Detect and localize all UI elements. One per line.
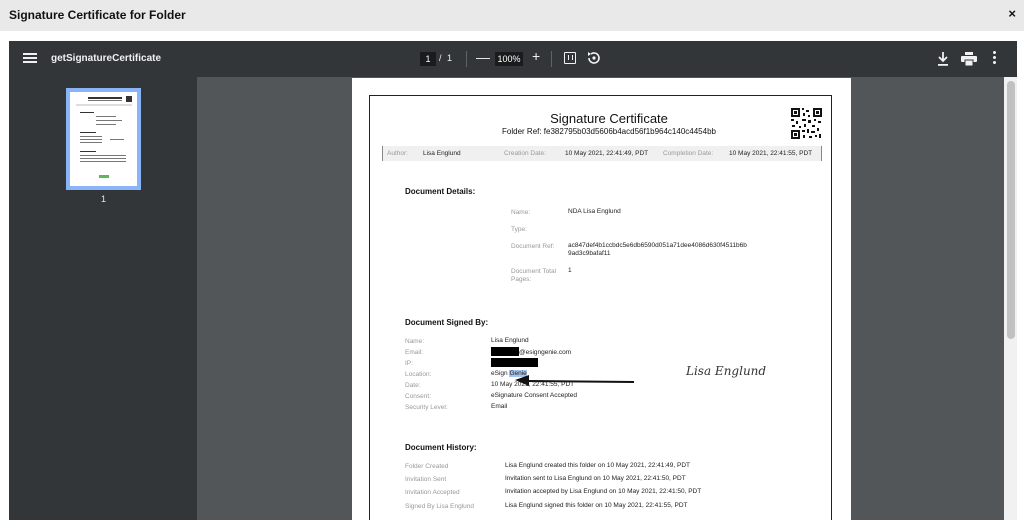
zoom-level-input[interactable]: 100% xyxy=(495,52,523,66)
signer-ip-label: IP: xyxy=(405,360,413,367)
page-thumbnail[interactable] xyxy=(66,88,141,190)
history-detail: Invitation sent to Lisa Englund on 10 Ma… xyxy=(505,475,686,482)
doc-ref-value-line1: ac847def4b1ccbdc5e6db6590d051a71dee4086d… xyxy=(568,242,747,249)
thumbnail-sidebar: 1 xyxy=(9,77,197,520)
signer-email-value: @esigngenie.com xyxy=(491,347,571,357)
download-icon[interactable] xyxy=(936,51,950,67)
certificate-meta-bar: Author: Lisa Englund Creation Date: 10 M… xyxy=(382,146,822,161)
consent-value: eSignature Consent Accepted xyxy=(491,392,578,399)
fit-page-icon[interactable] xyxy=(564,52,576,64)
rotate-icon[interactable] xyxy=(586,50,602,66)
history-detail: Invitation accepted by Lisa Englund on 1… xyxy=(505,488,702,495)
completion-date-label: Completion Date: xyxy=(663,150,714,157)
security-level-label: Security Level: xyxy=(405,404,448,411)
certificate-frame: Signature Certificate Folder Ref: fe3827… xyxy=(369,95,832,520)
document-details-heading: Document Details: xyxy=(405,187,476,196)
creation-date-value: 10 May 2021, 22:41:49, PDT xyxy=(565,150,649,157)
document-page: Signature Certificate Folder Ref: fe3827… xyxy=(352,78,851,520)
history-event: Folder Created xyxy=(405,463,449,470)
creation-date-label: Creation Date: xyxy=(504,150,546,157)
zoom-in-button[interactable]: + xyxy=(532,48,540,64)
history-event: Invitation Sent xyxy=(405,476,447,483)
history-event: Signed By Lisa Englund xyxy=(405,503,475,510)
consent-label: Consent: xyxy=(405,393,432,400)
dialog-title: Signature Certificate for Folder xyxy=(9,8,186,22)
security-level-value: Email xyxy=(491,403,508,410)
signature-image: Lisa Englund xyxy=(686,364,767,378)
page-number-input[interactable]: 1 xyxy=(420,52,436,66)
author-label: Author: xyxy=(387,150,408,157)
menu-icon[interactable] xyxy=(23,51,37,67)
doc-type-label: Type: xyxy=(511,226,527,233)
completion-date-value: 10 May 2021, 22:41:55, PDT xyxy=(729,150,813,157)
history-event: Invitation Accepted xyxy=(405,489,460,496)
signer-name-value: Lisa Englund xyxy=(491,337,529,344)
doc-pages-value: 1 xyxy=(568,267,572,274)
scrollbar-thumb[interactable] xyxy=(1007,81,1015,339)
print-icon[interactable] xyxy=(961,52,977,66)
signed-date-label: Date: xyxy=(405,382,421,389)
signer-email-label: Email: xyxy=(405,349,424,356)
document-history-heading: Document History: xyxy=(405,443,477,452)
certificate-title: Signature Certificate xyxy=(550,111,668,126)
folder-ref: Folder Ref: fe382795b03d5606b4acd56f1b96… xyxy=(502,127,716,136)
thumbnail-page-number: 1 xyxy=(100,194,106,204)
page-total: 1 xyxy=(447,53,453,63)
doc-pages-label: Document Total xyxy=(511,268,557,275)
toolbar-divider xyxy=(466,51,467,67)
viewer-toolbar: getSignatureCertificate 1 / 1 — 100% + xyxy=(9,41,1017,77)
history-detail: Lisa Englund signed this folder on 10 Ma… xyxy=(505,502,688,509)
page-separator: / xyxy=(439,53,442,63)
redacted-block xyxy=(491,358,538,367)
zoom-out-button[interactable]: — xyxy=(476,49,490,65)
redacted-block xyxy=(491,347,519,356)
signed-by-heading: Document Signed By: xyxy=(405,318,489,327)
email-domain: @esigngenie.com xyxy=(519,349,572,356)
signed-date-value: 10 May 2021, 22:41:55, PDT xyxy=(491,381,575,388)
signer-location-label: Location: xyxy=(405,371,432,378)
document-title: getSignatureCertificate xyxy=(51,53,162,64)
history-detail: Lisa Englund created this folder on 10 M… xyxy=(505,462,691,469)
doc-ref-value-line2: 9ad3c9bafaf11 xyxy=(568,250,611,257)
qr-code-icon xyxy=(790,107,823,140)
toolbar-divider xyxy=(551,51,552,67)
signer-name-label: Name: xyxy=(405,338,425,345)
doc-pages-label-2: Pages: xyxy=(511,276,532,283)
doc-name-label: Name: xyxy=(511,209,531,216)
signer-ip-value xyxy=(491,358,538,368)
pdf-viewer: getSignatureCertificate 1 / 1 — 100% + 1… xyxy=(9,41,1017,520)
author-value: Lisa Englund xyxy=(423,150,461,157)
dialog-header: Signature Certificate for Folder × xyxy=(0,0,1024,31)
doc-name-value: NDA Lisa Englund xyxy=(568,208,621,215)
close-icon[interactable]: × xyxy=(1008,6,1016,21)
doc-ref-label: Document Ref: xyxy=(511,243,555,250)
location-text: eSign xyxy=(491,370,510,377)
more-vert-icon[interactable] xyxy=(991,51,997,67)
thumbnail-preview xyxy=(74,95,133,183)
